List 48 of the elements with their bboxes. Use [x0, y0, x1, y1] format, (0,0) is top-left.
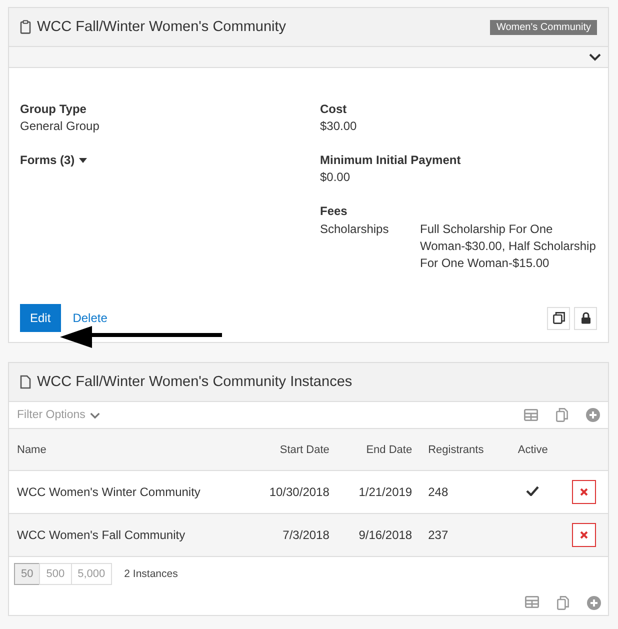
detail-label: Cost — [320, 102, 348, 116]
detail-value: General Group — [20, 119, 100, 133]
column-header: Start Date — [246, 429, 338, 470]
table-icon[interactable] — [524, 409, 538, 421]
add-icon[interactable] — [587, 596, 601, 610]
column-header: End Date — [337, 429, 420, 470]
column-header: Registrants — [420, 429, 506, 470]
filter-options-dropdown[interactable]: Filter Options — [17, 409, 100, 421]
copy-icon[interactable] — [556, 408, 568, 422]
table-cell: 9/16/2018 — [337, 514, 420, 556]
delete-button[interactable] — [572, 523, 596, 547]
edit-button[interactable]: Edit — [20, 304, 61, 332]
clipboard-icon — [20, 20, 31, 34]
table-cell: 237 — [420, 514, 506, 556]
card-title: WCC Fall/Winter Women's Community Instances — [37, 374, 352, 390]
duplicate-icon — [552, 312, 564, 324]
page-size-button[interactable]: 50 — [14, 563, 40, 585]
page-size-button[interactable]: 5,000 — [70, 563, 112, 585]
delete-link[interactable]: Delete — [72, 311, 108, 325]
category-tag: Women's Community — [490, 20, 597, 34]
table-cell: WCC Women's Fall Community — [9, 514, 247, 556]
forms-dropdown[interactable]: Forms (3) — [20, 153, 87, 167]
add-icon[interactable] — [586, 408, 600, 422]
duplicate-button[interactable] — [547, 306, 570, 330]
checkmark-icon — [526, 486, 540, 496]
caret-icon — [78, 158, 87, 162]
table-cell: 7/3/2018 — [246, 514, 338, 556]
page-size-button[interactable]: 500 — [39, 563, 72, 585]
document-icon — [20, 375, 31, 389]
copy-icon[interactable] — [557, 596, 569, 610]
close-icon — [580, 531, 588, 539]
card-title: WCC Fall/Winter Women's Community — [37, 19, 286, 35]
fee-name: Scholarships — [320, 221, 390, 238]
column-header: Active — [505, 429, 560, 470]
detail-label: Minimum Initial Payment — [320, 153, 462, 167]
detail-value: $30.00 — [320, 119, 358, 133]
table-icon[interactable] — [525, 596, 539, 608]
fee-description: Full Scholarship For One Woman-$30.00, Half Scholarship For One Woman-$15.00 — [420, 221, 597, 272]
detail-value: $0.00 — [320, 170, 352, 184]
chevron-down-icon[interactable] — [589, 53, 601, 61]
close-icon — [580, 488, 588, 496]
detail-label: Fees — [320, 204, 348, 218]
column-header: Name — [9, 429, 247, 470]
instance-count: 2 Instances — [124, 568, 178, 580]
delete-button[interactable] — [572, 480, 596, 504]
lock-icon — [580, 312, 590, 324]
detail-label: Group Type — [20, 102, 88, 116]
lock-button[interactable] — [574, 306, 597, 330]
